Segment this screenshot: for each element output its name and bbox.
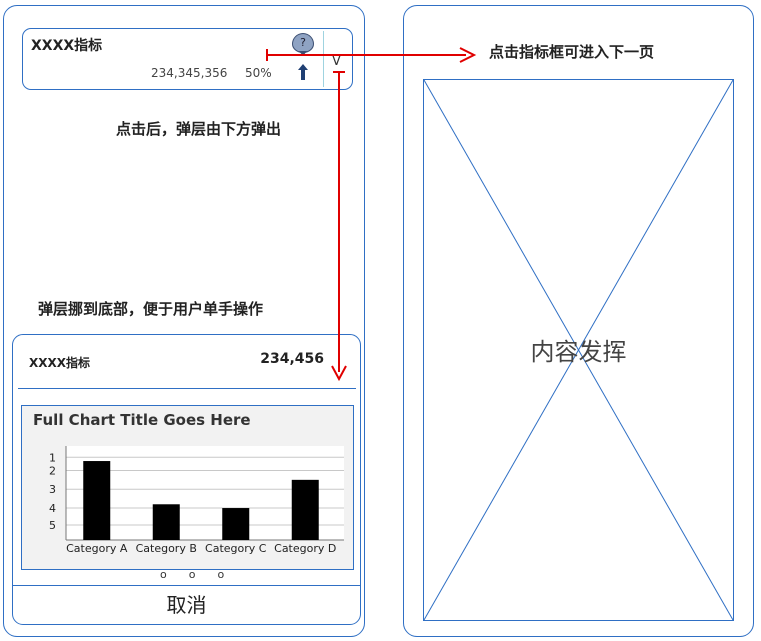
sheet-divider [18, 388, 356, 389]
x-tick-label: Category D [274, 542, 336, 555]
x-tick-label: Category B [136, 542, 197, 555]
y-tick-label: 3 [49, 483, 56, 496]
bar [152, 504, 180, 540]
help-bubble-icon[interactable]: ? [292, 33, 314, 53]
y-tick-label: 2 [49, 464, 56, 477]
pager-dots[interactable]: ooo [160, 568, 246, 581]
bar [222, 508, 250, 540]
content-label: 内容发挥 [530, 338, 627, 366]
metric-title: XXXX指标 [31, 38, 103, 54]
metric-percent: 50% [245, 66, 272, 80]
help-bubble-tail [299, 51, 307, 56]
bar [291, 479, 319, 540]
arrow-up-icon [298, 64, 308, 80]
note-move-to-bottom: 弹层挪到底部，便于用户单手操作 [38, 300, 264, 318]
sheet-title: XXXX指标 [29, 356, 91, 370]
note-click-next-page: 点击指标框可进入下一页 [489, 43, 655, 61]
sheet-value: 234,456 [260, 351, 324, 367]
chart-panel: Full Chart Title Goes Here 1 2 3 4 5 Category… [21, 405, 354, 570]
bar-chart: 12 3 4 5 Category A Category B Category C Categ… [49, 446, 344, 555]
x-tick-label: Category C [205, 542, 267, 555]
content-placeholder: 内容发挥 [423, 79, 734, 621]
metric-card[interactable]: XXXX指标 234,345,356 50% ? V [22, 28, 353, 90]
chevron-down-icon[interactable]: V [332, 54, 341, 69]
card-divider [323, 31, 324, 87]
note-popup-from-bottom: 点击后，弹层由下方弹出 [116, 120, 282, 138]
y-tick-label: 4 [49, 502, 56, 515]
y-tick-label: 5 [49, 519, 56, 532]
cancel-button[interactable]: 取消 [13, 586, 360, 624]
y-tick-label: 1 [49, 451, 56, 464]
bar [83, 461, 111, 540]
bottom-sheet: XXXX指标 234,456 Full Chart Title Goes Her… [12, 334, 361, 625]
x-tick-label: Category A [66, 542, 128, 555]
metric-value: 234,345,356 [151, 66, 228, 80]
